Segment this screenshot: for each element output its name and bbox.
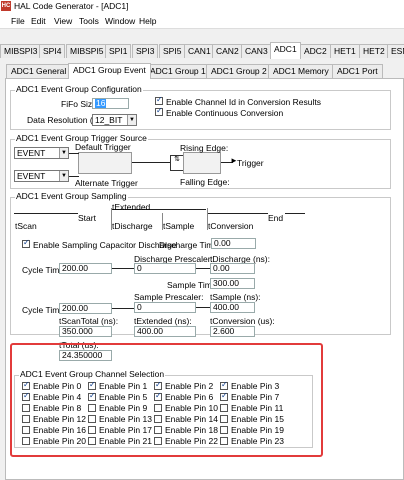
textended-ns-value: 400.00 (134, 326, 196, 337)
trigger-source-1-value: EVENT (17, 148, 46, 158)
subtab-group-2[interactable]: ADC1 Group 2 (206, 64, 272, 78)
sampling-group-title: ADC1 Event Group Sampling (15, 191, 128, 201)
timing-line (14, 213, 78, 214)
default-trigger-label: Default Trigger (75, 142, 131, 152)
window-title: HAL Code Generator - [ADC1] (14, 1, 129, 11)
tab-can1[interactable]: CAN1 (184, 44, 215, 58)
edge-select-icon: ⇅ (170, 155, 184, 171)
timing-discharge-label: tDischarge (112, 221, 153, 231)
enable-cap-discharge-checkbox[interactable] (22, 238, 30, 248)
trigger-output-label: Trigger (237, 158, 264, 168)
tscantotal-label: tScanTotal (ns): (59, 316, 119, 326)
trigger-line (69, 176, 79, 177)
chevron-down-icon: ▼ (127, 115, 136, 125)
trigger-source-2-select[interactable]: EVENT ▼ (14, 170, 69, 182)
tsample-ns-value: 400.00 (210, 302, 255, 313)
tab-esm[interactable]: ESM (387, 44, 404, 58)
sample-prescaler-label: Sample Prescaler: (134, 292, 204, 302)
tab-het1[interactable]: HET1 (330, 44, 360, 58)
trigger-mux-diagram (78, 152, 132, 174)
tab-adc1[interactable]: ADC1 (270, 42, 301, 59)
menu-edit[interactable]: Edit (31, 16, 46, 26)
enable-continuous-checkbox[interactable] (155, 106, 163, 116)
fifo-size-input[interactable]: 16 (92, 98, 129, 109)
discharge-time-input[interactable]: 0.00 (211, 238, 256, 249)
resolution-value: 12_BIT (95, 115, 123, 125)
timing-end-label: End (268, 213, 284, 223)
tab-can3[interactable]: CAN3 (241, 44, 272, 58)
tdischarge-ns-value: 0.00 (210, 263, 255, 274)
enable-channel-id-label: Enable Channel Id in Conversion Results (166, 97, 321, 107)
fifo-size-value: 16 (95, 98, 107, 108)
resolution-select[interactable]: 12_BIT ▼ (92, 114, 137, 126)
textended-ns-label: tExtended (ns): (134, 316, 192, 326)
tsample-ns-label: tSample (ns): (210, 292, 261, 302)
tab-het2[interactable]: HET2 (359, 44, 389, 58)
menu-file[interactable]: File (11, 16, 25, 26)
rising-edge-label: Rising Edge: (180, 143, 229, 153)
app-icon: HC (1, 1, 11, 11)
title-bar: HC HAL Code Generator - [ADC1] (0, 0, 404, 13)
timing-line (208, 213, 268, 214)
timing-line (285, 213, 305, 214)
timing-scan-label: tScan (15, 221, 37, 231)
subtab-general[interactable]: ADC1 General (6, 64, 72, 78)
trigger-source-1-select[interactable]: EVENT ▼ (14, 147, 69, 159)
trigger-line (69, 153, 79, 154)
flow-line (112, 268, 134, 269)
tab-mibspi5[interactable]: MIBSPI5 (66, 44, 108, 58)
menu-window[interactable]: Window (105, 16, 135, 26)
tab-mibspi3[interactable]: MIBSPI3 (0, 44, 42, 58)
cycle-time-input-2[interactable]: 200.00 (59, 303, 112, 314)
menu-view[interactable]: View (54, 16, 72, 26)
timing-extended-label: tExtended (112, 202, 151, 212)
enable-continuous-label: Enable Continuous Conversion (166, 108, 284, 118)
subtab-memory[interactable]: ADC1 Memory (268, 64, 334, 78)
timing-start-label: Start (78, 213, 96, 223)
cycle-time-input-1[interactable]: 200.00 (59, 263, 112, 274)
subtab-port[interactable]: ADC1 Port (332, 64, 383, 78)
config-group-title: ADC1 Event Group Configuration (15, 84, 143, 94)
chevron-down-icon: ▼ (59, 171, 68, 181)
highlight-annotation (10, 343, 323, 457)
flow-line (112, 308, 134, 309)
sample-time-input[interactable]: 300.00 (210, 278, 255, 289)
menu-tools[interactable]: Tools (79, 16, 99, 26)
tab-spi5[interactable]: SPI5 (159, 44, 186, 58)
tab-spi3[interactable]: SPI3 (132, 44, 159, 58)
trigger-line (132, 162, 170, 163)
edge-detect-diagram (183, 152, 221, 174)
enable-channel-id-checkbox[interactable] (155, 95, 163, 105)
enable-cap-discharge-label: Enable Sampling Capacitor Discharge (33, 240, 177, 250)
tab-spi1[interactable]: SPI1 (105, 44, 132, 58)
tscantotal-value: 350.000 (59, 326, 112, 337)
chevron-down-icon: ▼ (59, 148, 68, 158)
sample-prescaler-input[interactable]: 0 (134, 302, 196, 313)
timing-conversion-label: tConversion (208, 221, 254, 231)
flow-line (196, 307, 210, 308)
falling-edge-label: Falling Edge: (180, 177, 230, 187)
tab-spi4[interactable]: SPI4 (39, 44, 66, 58)
alternate-trigger-label: Alternate Trigger (75, 178, 138, 188)
menu-bar: File Edit View Tools Window Help (0, 13, 404, 29)
timing-sample-label: tSample (163, 221, 195, 231)
subtab-group-1[interactable]: ADC1 Group 1 (145, 64, 211, 78)
menu-help[interactable]: Help (139, 16, 156, 26)
tconversion-value: 2.600 (210, 326, 255, 337)
tab-can2[interactable]: CAN2 (212, 44, 243, 58)
tab-adc2[interactable]: ADC2 (300, 44, 331, 58)
subtab-group-event[interactable]: ADC1 Group Event (68, 63, 151, 79)
discharge-prescaler-input[interactable]: 0 (134, 263, 196, 274)
trigger-source-2-value: EVENT (17, 171, 46, 181)
flow-line (196, 268, 210, 269)
tconversion-label: tConversion (us): (210, 316, 275, 326)
